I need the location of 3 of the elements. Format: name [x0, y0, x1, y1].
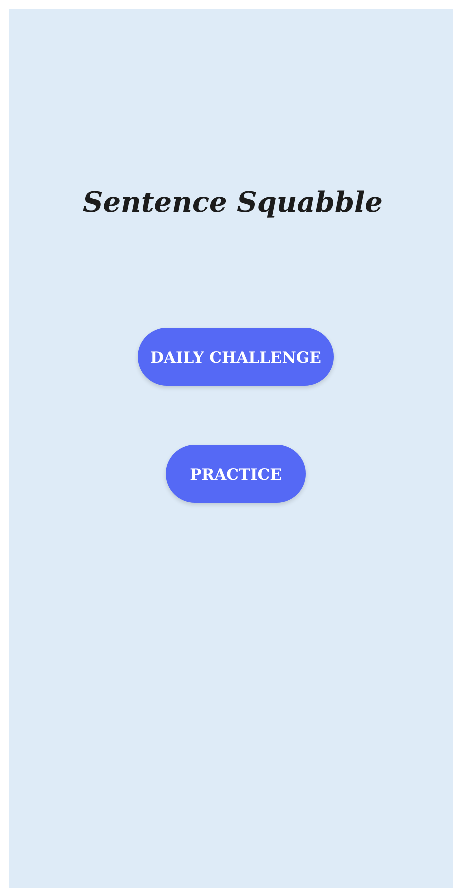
menu-button[interactable]: DAILY CHALLENGE [138, 328, 334, 386]
menu-button[interactable]: PRACTICE [166, 445, 306, 503]
app-title: Sentence Squabble [82, 185, 383, 221]
